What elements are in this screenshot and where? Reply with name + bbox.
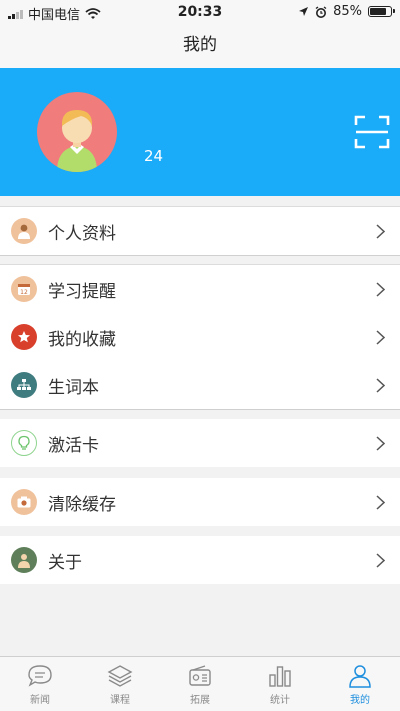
alarm-icon bbox=[315, 5, 327, 18]
chevron-right-icon bbox=[376, 436, 385, 451]
menu-group-cache: 清除缓存 bbox=[0, 478, 400, 526]
tab-label: 新闻 bbox=[30, 695, 50, 706]
bar-chart-icon bbox=[269, 666, 291, 687]
avatar-icon bbox=[57, 110, 97, 172]
lightbulb-icon bbox=[11, 430, 37, 456]
menu-label: 清除缓存 bbox=[48, 494, 116, 515]
chevron-right-icon bbox=[376, 224, 385, 239]
profile-banner: 24 bbox=[0, 68, 400, 196]
menu-label: 个人资料 bbox=[48, 223, 116, 244]
menu-item-favorites[interactable]: 我的收藏 bbox=[0, 313, 400, 361]
tab-courses[interactable]: 课程 bbox=[80, 657, 160, 711]
tab-extend[interactable]: 拓展 bbox=[160, 657, 240, 711]
scan-icon[interactable] bbox=[354, 114, 390, 150]
tab-bar: 新闻 课程 拓展 统计 我的 bbox=[0, 656, 400, 711]
menu-item-study-reminder[interactable]: 12 学习提醒 bbox=[0, 265, 400, 313]
calendar-icon: 12 bbox=[11, 276, 37, 302]
menu-group-about: 关于 bbox=[0, 536, 400, 584]
menu-item-clear-cache[interactable]: 清除缓存 bbox=[0, 478, 400, 526]
menu-group-profile: 个人资料 bbox=[0, 206, 400, 256]
menu-item-vocabulary[interactable]: 生词本 bbox=[0, 361, 400, 409]
menu-label: 我的收藏 bbox=[48, 329, 116, 350]
tab-label: 我的 bbox=[350, 695, 370, 706]
chevron-right-icon bbox=[376, 378, 385, 393]
chevron-right-icon bbox=[376, 553, 385, 568]
tab-statistics[interactable]: 统计 bbox=[240, 657, 320, 711]
layers-icon bbox=[107, 665, 133, 687]
star-icon bbox=[11, 324, 37, 350]
battery-percent: 85% bbox=[333, 4, 362, 19]
menu-item-activation-card[interactable]: 激活卡 bbox=[0, 419, 400, 467]
menu-group-study: 12 学习提醒 我的收藏 生词本 bbox=[0, 264, 400, 410]
tab-label: 课程 bbox=[110, 695, 130, 706]
menu-label: 关于 bbox=[48, 552, 82, 573]
tab-news[interactable]: 新闻 bbox=[0, 657, 80, 711]
hierarchy-icon bbox=[11, 372, 37, 398]
radio-icon bbox=[189, 665, 211, 686]
tab-mine[interactable]: 我的 bbox=[320, 657, 400, 711]
profile-number: 24 bbox=[144, 147, 164, 165]
battery-icon bbox=[368, 6, 395, 17]
status-bar: 中国电信 20:33 85% bbox=[0, 0, 400, 24]
svg-text:12: 12 bbox=[20, 289, 28, 296]
person-icon bbox=[11, 218, 37, 244]
tab-label: 拓展 bbox=[190, 695, 210, 706]
user-icon bbox=[349, 665, 371, 688]
menu-group-activation: 激活卡 bbox=[0, 419, 400, 467]
chevron-right-icon bbox=[376, 495, 385, 510]
page-title: 我的 bbox=[0, 24, 400, 68]
menu-item-personal-info[interactable]: 个人资料 bbox=[0, 207, 400, 255]
menu-label: 生词本 bbox=[48, 377, 99, 398]
avatar[interactable] bbox=[37, 92, 117, 172]
chevron-right-icon bbox=[376, 282, 385, 297]
location-icon bbox=[299, 7, 309, 16]
tab-label: 统计 bbox=[270, 695, 290, 706]
menu-label: 学习提醒 bbox=[48, 281, 116, 302]
chevron-right-icon bbox=[376, 330, 385, 345]
status-right: 85% bbox=[298, 4, 395, 19]
person-landscape-icon bbox=[11, 547, 37, 573]
menu-item-about[interactable]: 关于 bbox=[0, 536, 400, 584]
chat-bubble-icon bbox=[28, 665, 52, 687]
menu-label: 激活卡 bbox=[48, 435, 99, 456]
camera-icon bbox=[11, 489, 37, 515]
